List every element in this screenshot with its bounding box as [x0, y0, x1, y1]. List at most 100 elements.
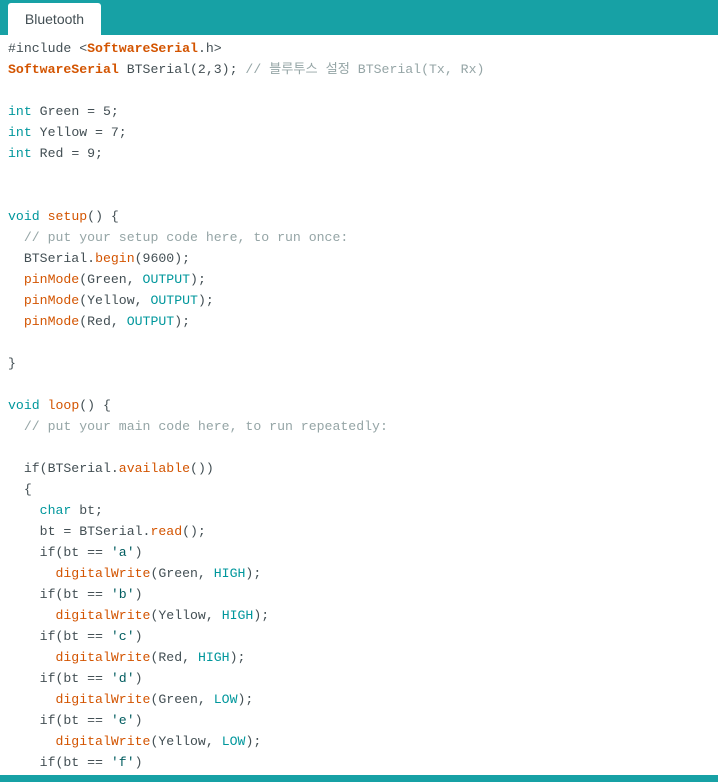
code-token: void	[8, 398, 40, 413]
code-token: // 블루투스 설정 BTSerial(Tx, Rx)	[245, 62, 485, 77]
code-token: LOW	[213, 692, 238, 707]
code-token: setup	[47, 209, 88, 224]
code-token: pinMode	[23, 272, 80, 287]
code-line[interactable]: {	[8, 479, 32, 500]
code-line[interactable]: // put your main code here, to run repea…	[8, 416, 388, 437]
code-line[interactable]: if(BTSerial.available())	[8, 458, 214, 479]
code-token: digitalWrite	[55, 608, 151, 623]
code-token: (BTSerial.	[39, 461, 119, 476]
tab-bluetooth[interactable]: Bluetooth	[8, 3, 101, 35]
code-line[interactable]: int Red = 9;	[8, 143, 103, 164]
code-token: () {	[79, 398, 111, 413]
code-line[interactable]: BTSerial.begin(9600);	[8, 248, 190, 269]
code-token: ())	[190, 461, 214, 476]
code-line[interactable]: // put your setup code here, to run once…	[8, 227, 348, 248]
code-line[interactable]: #include <SoftwareSerial.h>	[8, 38, 222, 59]
code-token: // put your main code here, to run repea…	[8, 419, 388, 434]
code-token: OUTPUT	[142, 272, 191, 287]
code-token: HIGH	[221, 608, 254, 623]
code-token: )	[134, 713, 143, 728]
code-line[interactable]: SoftwareSerial BTSerial(2,3); // 블루투스 설정…	[8, 59, 484, 80]
code-token: .h>	[197, 41, 222, 56]
code-line[interactable]: if(bt == 'f')	[8, 752, 143, 773]
code-token: LOW	[221, 734, 246, 749]
code-line[interactable]: digitalWrite(Yellow, LOW);	[8, 731, 261, 752]
code-token: );	[253, 608, 270, 623]
code-line[interactable]: digitalWrite(Green, HIGH);	[8, 563, 261, 584]
code-token: pinMode	[23, 314, 80, 329]
code-token: Red = 9;	[31, 146, 103, 161]
code-token: pinMode	[23, 293, 80, 308]
code-token: 'b'	[110, 587, 135, 602]
code-token: digitalWrite	[55, 734, 151, 749]
code-token: () {	[87, 209, 119, 224]
code-token: (Yellow,	[150, 734, 222, 749]
code-token: (Red,	[150, 650, 198, 665]
code-line[interactable]: void setup() {	[8, 206, 119, 227]
code-token: (Red,	[79, 314, 127, 329]
code-line[interactable]: if(bt == 'a')	[8, 542, 143, 563]
code-token: digitalWrite	[55, 650, 151, 665]
code-token: OUTPUT	[150, 293, 198, 308]
code-line[interactable]: if(bt == 'c')	[8, 626, 143, 647]
code-line[interactable]: pinMode(Yellow, OUTPUT);	[8, 290, 214, 311]
code-token: )	[134, 545, 143, 560]
code-token: read	[150, 524, 183, 539]
code-token: begin	[95, 251, 135, 266]
code-line[interactable]: if(bt == 'e')	[8, 710, 143, 731]
code-line[interactable]: if(bt == 'd')	[8, 668, 143, 689]
code-token: );	[197, 293, 214, 308]
code-line[interactable]: }	[8, 353, 16, 374]
code-token: (Green,	[79, 272, 143, 287]
code-token: (Green,	[150, 692, 214, 707]
code-token: if(bt ==	[8, 671, 111, 686]
code-token: );	[190, 272, 206, 287]
code-line[interactable]: void loop() {	[8, 395, 111, 416]
code-token: SoftwareSerial	[87, 41, 198, 56]
code-token: if(bt ==	[8, 713, 111, 728]
code-token: 'c'	[110, 629, 135, 644]
code-line[interactable]: digitalWrite(Red, HIGH);	[8, 647, 245, 668]
code-token: )	[134, 755, 143, 770]
code-token: )	[134, 587, 143, 602]
code-token: ();	[182, 524, 206, 539]
code-token: BTSerial(2,3);	[118, 62, 246, 77]
code-token: #include <	[8, 41, 88, 56]
code-token: if	[8, 461, 40, 476]
code-line[interactable]: digitalWrite(Yellow, HIGH);	[8, 605, 269, 626]
code-token: OUTPUT	[126, 314, 175, 329]
code-token: digitalWrite	[55, 566, 151, 581]
code-line[interactable]: if(bt == 'b')	[8, 584, 143, 605]
code-token: Yellow = 7;	[31, 125, 127, 140]
code-line[interactable]: int Yellow = 7;	[8, 122, 127, 143]
code-token: (Yellow,	[79, 293, 151, 308]
tab-bar: Bluetooth	[0, 0, 718, 35]
code-token: 'd'	[110, 671, 135, 686]
code-token: 'a'	[110, 545, 135, 560]
code-line[interactable]: pinMode(Green, OUTPUT);	[8, 269, 206, 290]
code-token: );	[245, 566, 262, 581]
code-token: );	[237, 692, 254, 707]
code-token: 'e'	[110, 713, 135, 728]
code-line[interactable]: bt = BTSerial.read();	[8, 521, 206, 542]
code-token: );	[174, 314, 191, 329]
code-token: SoftwareSerial	[8, 62, 119, 77]
code-token: (9600);	[134, 251, 191, 266]
code-token: )	[134, 671, 143, 686]
editor-bottom-bar	[0, 775, 718, 782]
code-line[interactable]: digitalWrite(Green, LOW);	[8, 689, 253, 710]
code-token: if(bt ==	[8, 755, 111, 770]
code-line[interactable]: int Green = 5;	[8, 101, 119, 122]
code-editor[interactable]: #include <SoftwareSerial.h> SoftwareSeria…	[0, 35, 718, 775]
code-token: (Green,	[150, 566, 214, 581]
code-token: bt = BTSerial.	[8, 524, 151, 539]
code-token: if(bt ==	[8, 629, 111, 644]
code-line[interactable]: char bt;	[8, 500, 103, 521]
code-line[interactable]: pinMode(Red, OUTPUT);	[8, 311, 190, 332]
